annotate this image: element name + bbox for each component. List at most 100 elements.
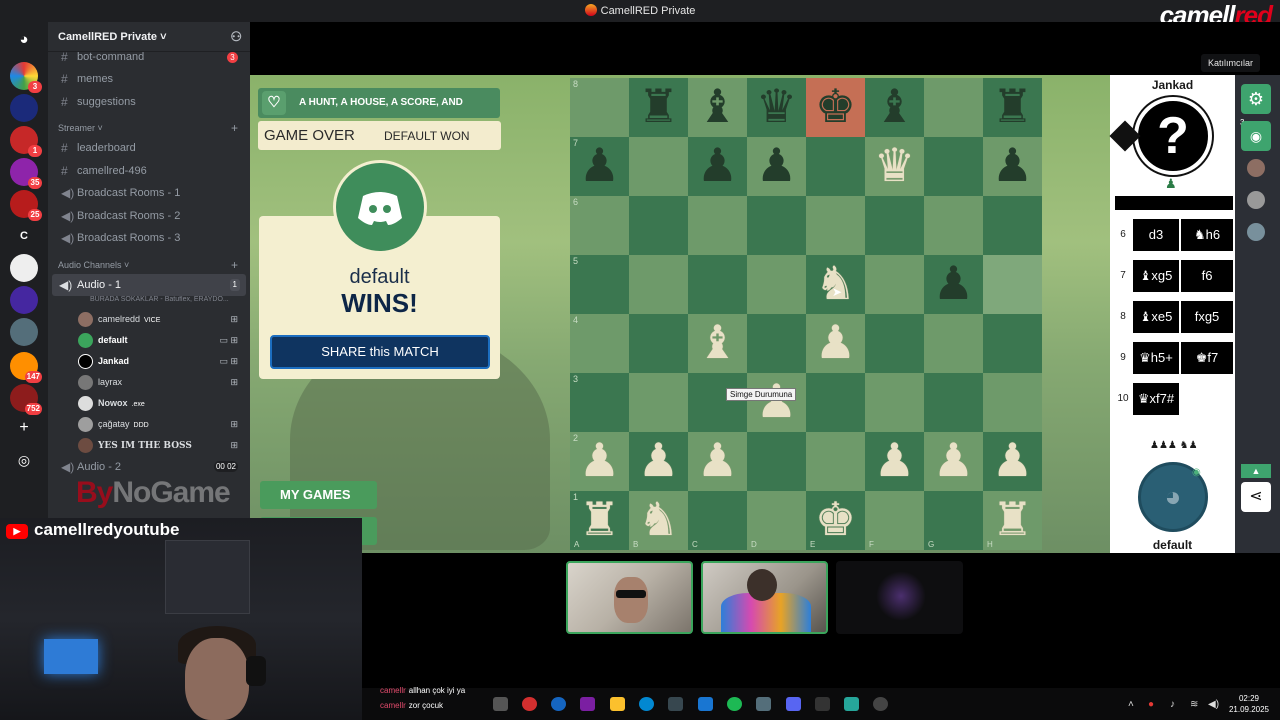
board-square[interactable]: 2 ♟	[570, 432, 629, 491]
white-pawn-piece[interactable]: ♟	[638, 434, 679, 486]
board-square[interactable]	[983, 314, 1042, 373]
black-bishop-piece[interactable]: ♝	[697, 80, 738, 132]
server-icon[interactable]: 35	[10, 158, 42, 189]
board-square[interactable]	[688, 196, 747, 255]
server-header[interactable]: CamellRED Private ˅ ⚇	[48, 22, 250, 52]
board-square[interactable]	[629, 373, 688, 432]
black-pawn-piece[interactable]: ♟	[992, 139, 1033, 191]
board-square[interactable]: C	[688, 491, 747, 550]
board-square[interactable]	[806, 373, 865, 432]
white-knight-piece[interactable]: ♞	[638, 493, 679, 545]
black-bishop-piece[interactable]: ♝	[874, 80, 915, 132]
black-pawn-piece[interactable]: ♟	[756, 139, 797, 191]
board-square[interactable]	[629, 314, 688, 373]
voice-member[interactable]: layrax ⊞	[48, 372, 250, 393]
board-square[interactable]: ♛	[865, 137, 924, 196]
white-pawn-piece[interactable]: ♟	[992, 434, 1033, 486]
board-square[interactable]	[924, 78, 983, 137]
channel-memes[interactable]: # memes	[48, 68, 250, 91]
black-rook-piece[interactable]: ♜	[638, 80, 679, 132]
board-square[interactable]: H ♜	[983, 491, 1042, 550]
channel-camellred-496[interactable]: # camellred-496	[48, 160, 250, 183]
board-square[interactable]	[806, 137, 865, 196]
server-icon[interactable]: 25	[10, 190, 42, 221]
server-icon[interactable]: 752	[10, 384, 42, 415]
board-square[interactable]: ♝	[688, 78, 747, 137]
share-match-button[interactable]: SHARE this MATCH	[270, 335, 490, 369]
my-games-button[interactable]: MY GAMES	[260, 481, 377, 509]
board-square[interactable]: ♝	[865, 78, 924, 137]
board-square[interactable]: 7 ♟	[570, 137, 629, 196]
board-square[interactable]: ♟	[688, 137, 747, 196]
black-move[interactable]: f6	[1181, 260, 1233, 292]
settings-gear-icon[interactable]: ⚙	[1241, 84, 1271, 114]
participant-avatar[interactable]	[1247, 191, 1265, 209]
voice-member[interactable]: çağatay DDD ⊞	[48, 414, 250, 435]
explore-icon[interactable]: ◎	[10, 446, 38, 474]
add-channel-icon[interactable]: +	[231, 121, 238, 135]
board-square[interactable]: ♝	[688, 314, 747, 373]
voice-member[interactable]: YES IM THE BOSS ⊞	[48, 435, 250, 456]
board-square[interactable]: 6	[570, 196, 629, 255]
server-icon[interactable]: 1	[10, 126, 42, 157]
folder-icon[interactable]	[610, 697, 625, 711]
chess-board[interactable]: 8 ♜ ♝ ♛ ♚ ♝ ♜ 7 ♟ ♟ ♟ ♛ ♟ 6 5 ♞ ♟ 4 ♝ ♟ 3 ♟ 2 ♟ ♟ ♟ ♟ ♟ ♟ 1 A ♜ B ♞ C D E ♚ F G…	[570, 78, 1042, 550]
outlook-icon[interactable]	[698, 697, 713, 711]
board-square[interactable]	[806, 196, 865, 255]
white-king-piece[interactable]: ♚	[815, 493, 856, 545]
white-queen-piece[interactable]: ♛	[874, 139, 915, 191]
board-square[interactable]: D	[747, 491, 806, 550]
server-icon[interactable]	[10, 254, 38, 282]
add-member-icon[interactable]: ⚇	[230, 29, 242, 45]
board-square[interactable]	[806, 432, 865, 491]
board-square[interactable]: ♟	[924, 255, 983, 314]
app-icon[interactable]	[873, 697, 888, 711]
board-square[interactable]: ♜	[629, 78, 688, 137]
board-square[interactable]: ♟	[629, 432, 688, 491]
white-move[interactable]: ♝xe5	[1133, 301, 1179, 333]
app-icon[interactable]	[815, 697, 830, 711]
system-clock[interactable]: 02:29 21.09.2025	[1226, 693, 1272, 715]
board-square[interactable]: 4	[570, 314, 629, 373]
app-icon[interactable]	[580, 697, 595, 711]
store-icon[interactable]	[668, 697, 683, 711]
video-tile[interactable]	[836, 561, 963, 634]
board-square[interactable]	[983, 255, 1042, 314]
chevron-up-icon[interactable]: ▲	[1241, 464, 1271, 478]
white-rook-piece[interactable]: ♜	[992, 493, 1033, 545]
video-tile[interactable]	[701, 561, 828, 634]
board-square[interactable]	[924, 137, 983, 196]
voice-member[interactable]: Nowox .exe	[48, 393, 250, 414]
discord-home-icon[interactable]: ◕	[10, 26, 38, 54]
board-square[interactable]	[688, 373, 747, 432]
app-icon[interactable]	[756, 697, 771, 711]
white-pawn-piece[interactable]: ♟	[579, 434, 620, 486]
participant-avatar[interactable]	[1247, 159, 1265, 177]
task-view-icon[interactable]	[493, 697, 508, 711]
board-square[interactable]	[924, 196, 983, 255]
board-square[interactable]: ♛	[747, 78, 806, 137]
white-knight-piece[interactable]: ♞	[815, 257, 856, 309]
white-rook-piece[interactable]: ♜	[579, 493, 620, 545]
voice-member[interactable]: Jankad ▭ ⊞	[48, 351, 250, 372]
server-icon[interactable]	[10, 286, 38, 314]
participant-avatar[interactable]	[1247, 223, 1265, 241]
black-move[interactable]: ♞h6	[1181, 219, 1233, 251]
board-square[interactable]: ♟	[924, 432, 983, 491]
wifi-icon[interactable]: ≋	[1190, 699, 1198, 710]
channel-suggestions[interactable]: # suggestions	[48, 91, 250, 114]
edge-icon[interactable]	[639, 697, 654, 711]
white-move[interactable]: d3	[1133, 219, 1179, 251]
board-square[interactable]: ♟	[983, 432, 1042, 491]
server-icon[interactable]: C	[10, 222, 38, 250]
voice-broadcast-rooms-1[interactable]: ◀) Broadcast Rooms - 1	[48, 182, 250, 205]
board-square[interactable]: ♟	[983, 137, 1042, 196]
white-move[interactable]: ♝xg5	[1133, 260, 1179, 292]
board-square[interactable]: ♚	[806, 78, 865, 137]
board-square[interactable]	[983, 196, 1042, 255]
board-square[interactable]: ♟	[747, 373, 806, 432]
category-audio-channels[interactable]: Audio Channels ˅ +	[48, 250, 250, 274]
board-square[interactable]: F	[865, 491, 924, 550]
black-move[interactable]: fxg5	[1181, 301, 1233, 333]
black-pawn-piece[interactable]: ♟	[579, 139, 620, 191]
